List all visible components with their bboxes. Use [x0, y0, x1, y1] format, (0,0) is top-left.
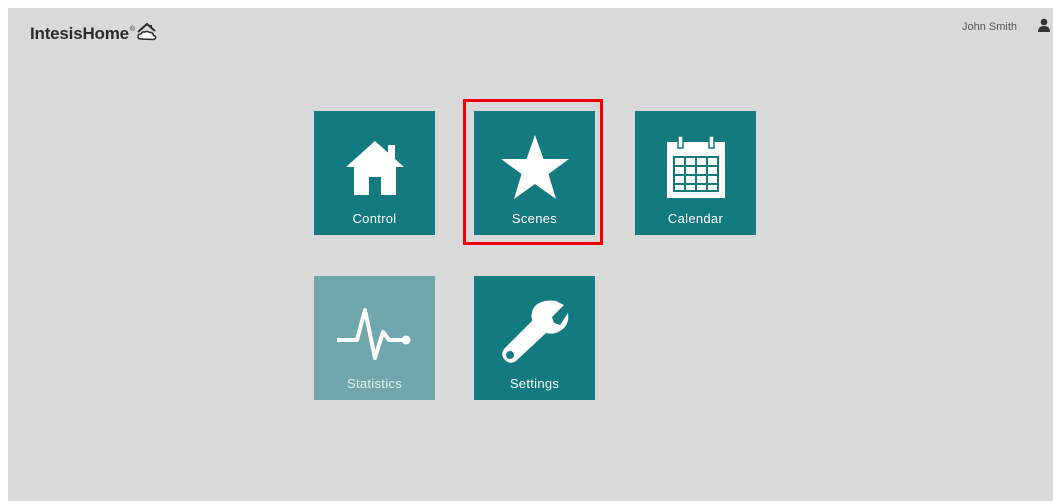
app-logo: IntesisHome ®	[30, 22, 159, 47]
star-icon	[474, 133, 595, 201]
user-icon[interactable]	[1037, 18, 1051, 37]
logo-text: IntesisHome	[30, 24, 129, 43]
tile-scenes[interactable]: Scenes	[474, 111, 595, 235]
user-name[interactable]: John Smith	[962, 21, 1017, 33]
tile-calendar[interactable]: Calendar	[635, 111, 756, 235]
house-cloud-icon	[135, 22, 159, 47]
tile-statistics[interactable]: Statistics	[314, 276, 435, 400]
tile-scenes-label: Scenes	[511, 211, 558, 226]
home-icon	[314, 133, 435, 201]
wrench-icon	[474, 298, 595, 366]
heartbeat-icon	[314, 298, 435, 366]
tile-statistics-label: Statistics	[346, 376, 402, 391]
tile-calendar-label: Calendar	[667, 211, 724, 226]
tile-control[interactable]: Control	[314, 111, 435, 235]
calendar-icon	[635, 133, 756, 201]
app-window: IntesisHome ® John Smith Control Scenes …	[8, 8, 1053, 501]
tile-settings-label: Settings	[509, 376, 560, 391]
tile-control-label: Control	[352, 211, 397, 226]
tile-settings[interactable]: Settings	[474, 276, 595, 400]
